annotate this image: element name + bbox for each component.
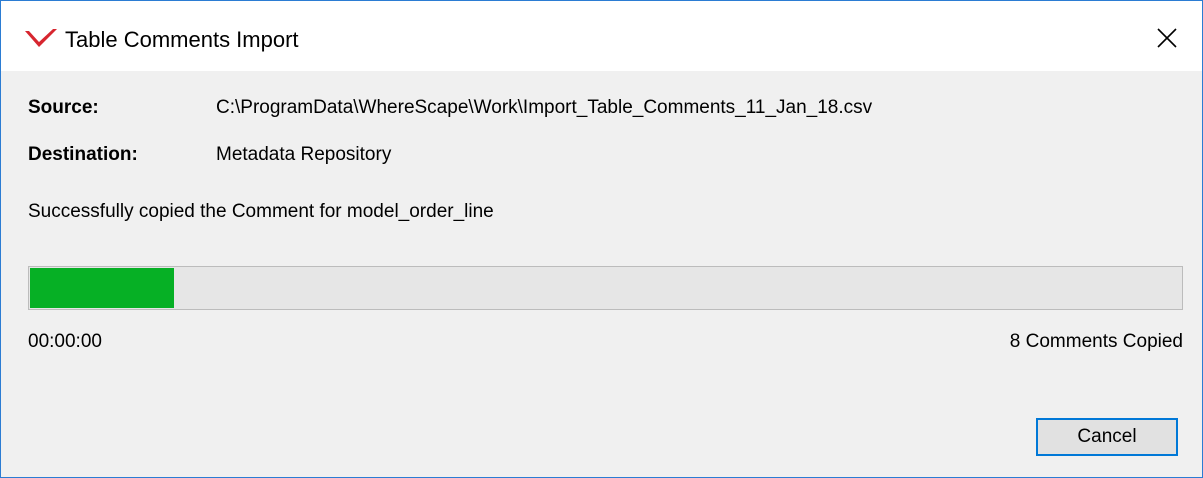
window-title: Table Comments Import	[65, 27, 299, 52]
destination-value: Metadata Repository	[216, 144, 392, 165]
title-bar: Table Comments Import	[1, 1, 1202, 71]
destination-label: Destination:	[28, 144, 138, 165]
comments-copied-count: 8 Comments Copied	[1009, 331, 1183, 352]
close-icon	[1157, 28, 1177, 48]
import-dialog: Table Comments Import Source: C:\Program…	[0, 0, 1203, 478]
source-label: Source:	[28, 97, 99, 118]
dialog-content: Source: C:\ProgramData\WhereScape\Work\I…	[1, 71, 1202, 477]
cancel-button[interactable]: Cancel	[1036, 418, 1178, 456]
progress-bar	[28, 266, 1183, 310]
status-message: Successfully copied the Comment for mode…	[28, 201, 494, 222]
elapsed-time: 00:00:00	[28, 331, 102, 352]
close-button[interactable]	[1132, 1, 1202, 71]
wherescape-logo-icon	[23, 27, 59, 49]
source-path: C:\ProgramData\WhereScape\Work\Import_Ta…	[216, 97, 873, 118]
progress-fill	[30, 268, 174, 308]
